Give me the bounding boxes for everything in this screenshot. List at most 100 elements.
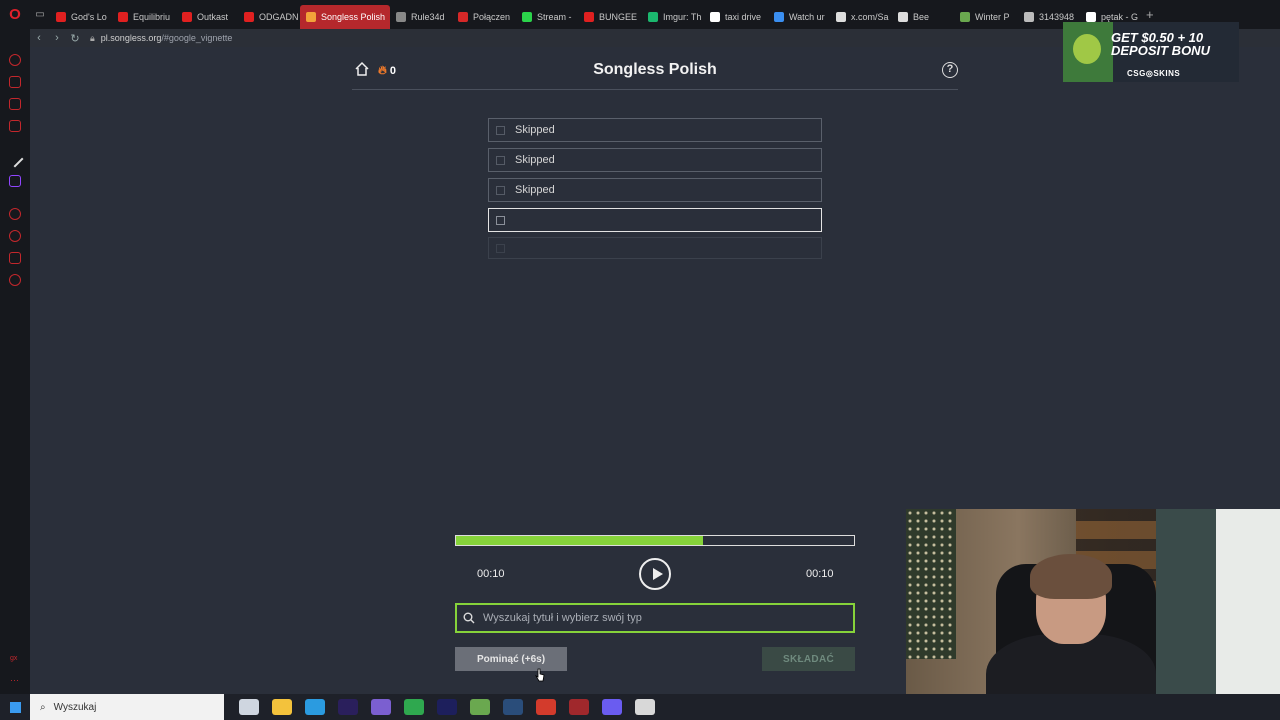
advertisement-banner[interactable]: GET $0.50 + 10 DEPOSIT BONU CSG◎SKINS	[1063, 22, 1239, 82]
browser-tab[interactable]: Rule34d	[390, 5, 452, 29]
browser-tab[interactable]: Songless Polish	[300, 5, 390, 29]
tab-favicon-icon	[458, 12, 468, 22]
guess-checkbox-icon	[496, 243, 505, 253]
browser-tab[interactable]: Połączen	[452, 5, 516, 29]
tab-favicon-icon	[898, 12, 908, 22]
opera-icon[interactable]	[568, 699, 589, 715]
sidebar-clock-icon[interactable]	[9, 230, 21, 242]
discord-icon[interactable]	[601, 699, 622, 715]
obs-icon[interactable]	[370, 699, 391, 715]
file-explorer-icon[interactable]	[271, 699, 292, 715]
tab-label: Rule34d	[411, 12, 445, 22]
tab-label: Songless Polish	[321, 12, 386, 22]
url-host[interactable]: pl.songless.org	[101, 33, 162, 43]
minecraft-icon[interactable]	[469, 699, 490, 715]
guess-row-locked	[488, 237, 822, 259]
guess-row: Skipped	[488, 148, 822, 172]
play-icon	[653, 568, 663, 580]
browser-tab[interactable]: x.com/Sa	[830, 5, 892, 29]
tab-label: taxi drive	[725, 12, 762, 22]
tab-favicon-icon	[1024, 12, 1034, 22]
game-header: 🔥︎ 0 Songless Polish ?	[352, 53, 958, 90]
tab-favicon-icon	[774, 12, 784, 22]
guess-text: Skipped	[515, 124, 555, 136]
tab-favicon-icon	[710, 12, 720, 22]
new-tab-icon[interactable]: +	[1146, 7, 1154, 22]
webcam-curtain	[1156, 509, 1216, 720]
tab-favicon-icon	[648, 12, 658, 22]
sidebar-history-icon[interactable]	[9, 208, 21, 220]
tab-label: Stream -	[537, 12, 572, 22]
tab-favicon-icon	[56, 12, 66, 22]
tab-label: x.com/Sa	[851, 12, 889, 22]
guess-row-current	[488, 208, 822, 232]
help-icon[interactable]: ?	[942, 62, 958, 78]
sidebar-more-icon[interactable]: ···	[10, 675, 19, 685]
url-path[interactable]: /#google_vignette	[161, 33, 232, 43]
browser-tab[interactable]: BUNGEE	[578, 5, 642, 29]
tab-label: God's Lo	[71, 12, 107, 22]
play-button[interactable]	[639, 558, 671, 590]
time-elapsed: 00:10	[477, 568, 505, 580]
browser-tab[interactable]: Stream -	[516, 5, 578, 29]
guess-checkbox-icon	[496, 155, 505, 165]
forward-icon[interactable]: ›	[48, 32, 66, 44]
lock-icon: 🔒︎	[90, 32, 95, 43]
reload-icon[interactable]: ↻	[66, 32, 84, 45]
sidebar-settings-icon[interactable]	[9, 274, 21, 286]
browser-tab[interactable]: God's Lo	[50, 5, 112, 29]
browser-tab[interactable]: Outkast	[176, 5, 238, 29]
sidebar-bag-icon[interactable]	[9, 76, 21, 88]
audio-progress-bar[interactable]	[455, 535, 855, 546]
start-button[interactable]	[0, 694, 30, 720]
tab-favicon-icon	[584, 12, 594, 22]
browser-tab[interactable]: Winter P	[954, 5, 1018, 29]
guess-checkbox-icon	[496, 185, 505, 195]
sidebar-twitch-icon[interactable]	[9, 175, 21, 187]
browser-tab[interactable]: taxi drive	[704, 5, 768, 29]
tab-favicon-icon	[244, 12, 254, 22]
browser-tab[interactable]: Watch ur	[768, 5, 830, 29]
sidebar-tiktok-icon[interactable]	[6, 150, 24, 168]
back-icon[interactable]: ‹	[30, 32, 48, 44]
sidebar-extensions-icon[interactable]	[9, 252, 21, 264]
guess-row: Skipped	[488, 118, 822, 142]
vscode-icon[interactable]	[304, 699, 325, 715]
tab-label: Bee	[913, 12, 930, 22]
task-view-icon[interactable]	[238, 699, 259, 715]
song-search-input[interactable]	[483, 612, 853, 624]
after-effects-icon[interactable]	[436, 699, 457, 715]
tab-label: ODGADN	[259, 12, 299, 22]
browser-tab[interactable]: Equilibriu	[112, 5, 176, 29]
ad-brand: CSG◎SKINS	[1127, 69, 1181, 78]
taskbar-search[interactable]: ⌕ Wyszukaj	[30, 694, 224, 720]
steam-icon[interactable]	[502, 699, 523, 715]
ad-subheadline: DEPOSIT BONU	[1111, 43, 1210, 58]
tab-menu-icon[interactable]: ▭	[30, 9, 50, 20]
premiere-icon[interactable]	[337, 699, 358, 715]
webcam-hair	[1030, 554, 1112, 599]
tab-favicon-icon	[306, 12, 316, 22]
search-icon: ⌕	[40, 701, 46, 713]
sidebar-gx-icon[interactable]: gx	[10, 655, 17, 662]
chrome-alt-icon[interactable]	[535, 699, 556, 715]
paint-icon[interactable]	[634, 699, 655, 715]
browser-tab[interactable]: Imgur: Th	[642, 5, 704, 29]
tab-favicon-icon	[522, 12, 532, 22]
opera-sidebar: gx ···	[0, 29, 30, 694]
chrome-icon[interactable]	[403, 699, 424, 715]
skip-button[interactable]: Pominąć (+6s)	[455, 647, 567, 671]
tab-label: Imgur: Th	[663, 12, 702, 22]
guess-checkbox-icon	[496, 215, 505, 225]
sidebar-player-icon[interactable]	[9, 120, 21, 132]
sidebar-aria-icon[interactable]	[9, 54, 21, 66]
search-icon	[463, 612, 475, 624]
tab-favicon-icon	[836, 12, 846, 22]
browser-tab[interactable]: Bee	[892, 5, 954, 29]
sidebar-messenger-icon[interactable]	[9, 98, 21, 110]
opera-logo-icon[interactable]: O	[0, 0, 30, 29]
browser-tab[interactable]: ODGADN	[238, 5, 300, 29]
windows-taskbar: ⌕ Wyszukaj	[0, 694, 1280, 720]
song-search-box	[455, 603, 855, 633]
submit-button[interactable]: SKŁADAĆ	[762, 647, 855, 671]
